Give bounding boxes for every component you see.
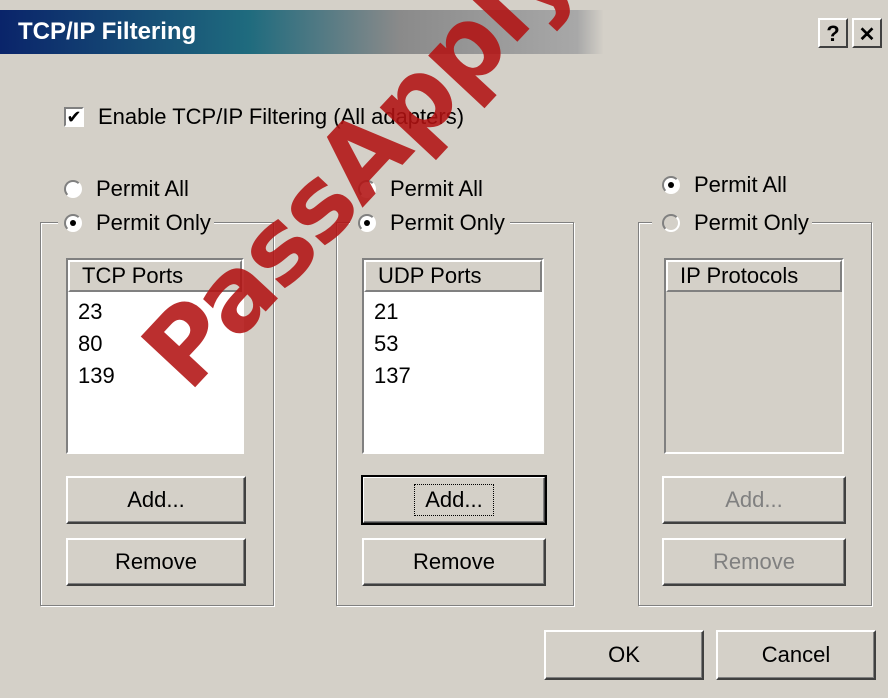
window-title: TCP/IP Filtering <box>18 18 197 45</box>
ip-add-button[interactable]: Add... <box>662 476 846 524</box>
ip-permit-all-option[interactable]: Permit All <box>662 172 787 198</box>
tcp-add-button[interactable]: Add... <box>66 476 246 524</box>
udp-ports-list[interactable]: UDP Ports 21 53 137 <box>362 258 544 454</box>
udp-permit-only-radio[interactable] <box>358 214 376 232</box>
enable-filtering-checkbox[interactable]: ✔ <box>64 107 84 127</box>
ip-protocols-list[interactable]: IP Protocols <box>664 258 844 454</box>
ip-protocols-header[interactable]: IP Protocols <box>666 260 842 292</box>
ip-permit-all-radio[interactable] <box>662 176 680 194</box>
list-item[interactable]: 137 <box>374 360 411 392</box>
udp-add-button[interactable]: Add... <box>361 475 547 525</box>
tcp-ports-header[interactable]: TCP Ports <box>68 260 242 292</box>
list-item[interactable]: 139 <box>78 360 115 392</box>
close-icon: ✕ <box>858 24 876 46</box>
udp-permit-all-option[interactable]: Permit All <box>358 176 483 202</box>
tcp-permit-all-option[interactable]: Permit All <box>64 176 189 202</box>
ip-permit-only-option[interactable]: Permit Only <box>662 210 809 236</box>
udp-permit-all-radio[interactable] <box>358 180 376 198</box>
checkmark-icon: ✔ <box>66 107 82 127</box>
tcpip-filtering-dialog: TCP/IP Filtering ? ✕ ✔ Enable TCP/IP Fil… <box>0 0 888 698</box>
udp-ports-header[interactable]: UDP Ports <box>364 260 542 292</box>
udp-permit-all-label: Permit All <box>390 176 483 201</box>
list-item[interactable]: 23 <box>78 296 115 328</box>
tcp-ports-list[interactable]: TCP Ports 23 80 139 <box>66 258 244 454</box>
tcp-permit-only-label: Permit Only <box>96 210 211 235</box>
udp-add-label: Add... <box>414 484 494 516</box>
ip-remove-button[interactable]: Remove <box>662 538 846 586</box>
list-item[interactable]: 21 <box>374 296 411 328</box>
udp-remove-button[interactable]: Remove <box>362 538 546 586</box>
cancel-button[interactable]: Cancel <box>716 630 876 680</box>
tcp-permit-all-label: Permit All <box>96 176 189 201</box>
tcp-permit-all-radio[interactable] <box>64 180 82 198</box>
title-bar: TCP/IP Filtering ? ✕ <box>0 10 888 54</box>
list-item[interactable]: 80 <box>78 328 115 360</box>
list-item[interactable]: 53 <box>374 328 411 360</box>
udp-permit-only-label: Permit Only <box>390 210 505 235</box>
ok-button[interactable]: OK <box>544 630 704 680</box>
enable-filtering-row[interactable]: ✔ Enable TCP/IP Filtering (All adapters) <box>64 104 464 130</box>
tcp-permit-only-radio[interactable] <box>64 214 82 232</box>
enable-filtering-label: Enable TCP/IP Filtering (All adapters) <box>98 104 465 129</box>
close-button[interactable]: ✕ <box>852 18 882 48</box>
udp-permit-only-option[interactable]: Permit Only <box>358 210 505 236</box>
ip-permit-only-label: Permit Only <box>694 210 809 235</box>
ip-permit-only-radio[interactable] <box>662 214 680 232</box>
ip-permit-all-label: Permit All <box>694 172 787 197</box>
help-button[interactable]: ? <box>818 18 848 48</box>
tcp-remove-button[interactable]: Remove <box>66 538 246 586</box>
tcp-permit-only-option[interactable]: Permit Only <box>64 210 211 236</box>
